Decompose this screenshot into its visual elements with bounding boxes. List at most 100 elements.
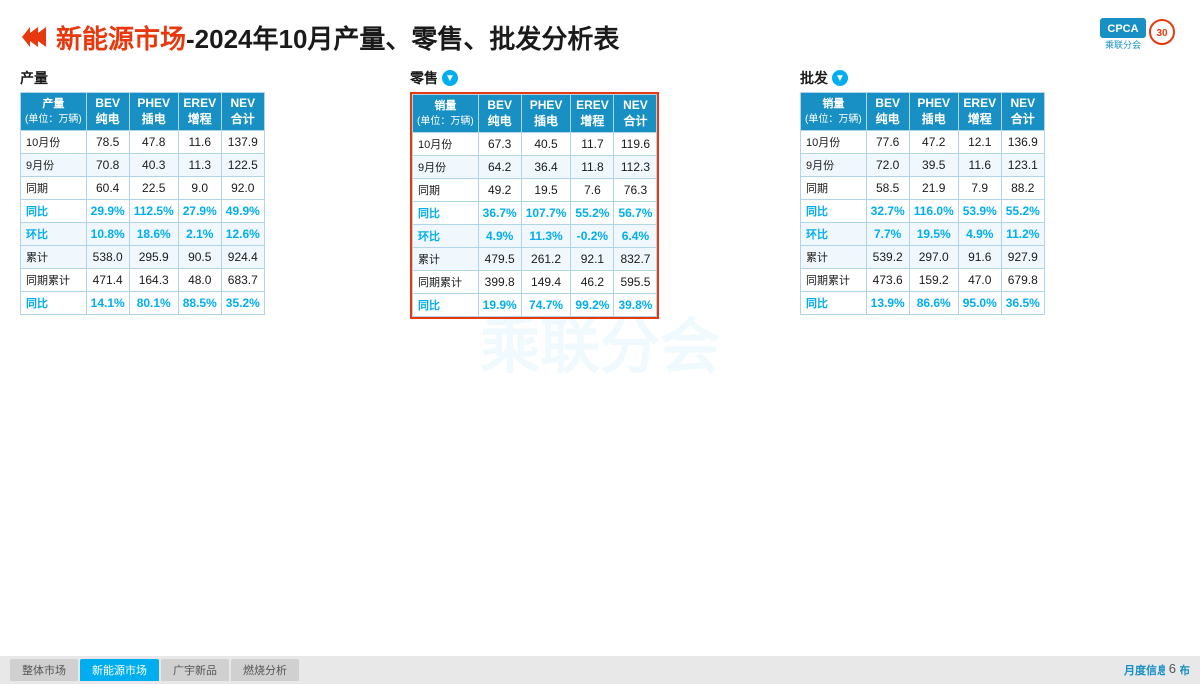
retail-col-4-header: NEV合计 <box>614 95 657 133</box>
wholesale-row6-col1: 473.6 <box>866 269 909 292</box>
retail-row6-col0: 同期累计 <box>413 271 479 294</box>
production-table: 产量(单位：万辆) BEV纯电 PHEV插电 EREV增程 NEV合计 10月份… <box>20 92 265 315</box>
wholesale-row2-col4: 88.2 <box>1001 177 1044 200</box>
wholesale-down-arrow-icon: ▼ <box>832 70 848 86</box>
production-row7-col0: 同比 <box>21 292 87 315</box>
wholesale-row0-col2: 47.2 <box>909 131 958 154</box>
wholesale-row0-col4: 136.9 <box>1001 131 1044 154</box>
retail-col-1-header: BEV纯电 <box>478 95 521 133</box>
retail-row2-col1: 49.2 <box>478 179 521 202</box>
production-row5-col4: 924.4 <box>221 246 264 269</box>
bottom-bar: 整体市场 新能源市场 广宇新品 燃烧分析 月度信息发布 6 <box>0 656 1200 684</box>
page-number: 6 <box>1165 661 1180 676</box>
retail-row0-col1: 67.3 <box>478 133 521 156</box>
production-row5-col3: 90.5 <box>178 246 221 269</box>
production-row5-col2: 295.9 <box>129 246 178 269</box>
wholesale-row1-col3: 11.6 <box>958 154 1001 177</box>
wholesale-col-3-header: EREV增程 <box>958 93 1001 131</box>
retail-row1-col1: 64.2 <box>478 156 521 179</box>
retail-section: 零售 ▼ 销量(单位：万辆) BEV纯电 PHEV插电 EREV增程 NEV合计 <box>410 68 790 324</box>
retail-row7-col4: 39.8% <box>614 294 657 317</box>
retail-row2-col4: 76.3 <box>614 179 657 202</box>
wholesale-label: 批发 <box>800 68 828 88</box>
wholesale-row3-col0: 同比 <box>801 200 867 223</box>
prod-col-4-header: NEV合计 <box>221 93 264 131</box>
retail-row3-col2: 107.7% <box>521 202 571 225</box>
retail-row4-col0: 环比 <box>413 225 479 248</box>
cpca-logo-icon: CPCA 乘联分会 30 <box>1100 18 1180 56</box>
retail-row5-col3: 92.1 <box>571 248 614 271</box>
title-area: 新能源市场-2024年10月产量、零售、批发分析表 <box>20 19 619 56</box>
production-row1-col4: 122.5 <box>221 154 264 177</box>
retail-row2-col2: 19.5 <box>521 179 571 202</box>
header: 新能源市场-2024年10月产量、零售、批发分析表 CPCA 乘联分会 30 <box>20 18 1180 56</box>
production-row4-col0: 环比 <box>21 223 87 246</box>
production-row6-col2: 164.3 <box>129 269 178 292</box>
bottom-right-text: 月度信息发布 <box>1124 662 1190 678</box>
retail-row0-col2: 40.5 <box>521 133 571 156</box>
retail-row7-col3: 99.2% <box>571 294 614 317</box>
wholesale-row7-col0: 同比 <box>801 292 867 315</box>
production-row2-col2: 22.5 <box>129 177 178 200</box>
production-row6-col3: 48.0 <box>178 269 221 292</box>
production-row1-col0: 9月份 <box>21 154 87 177</box>
wholesale-col-1-header: BEV纯电 <box>866 93 909 131</box>
retail-row3-col1: 36.7% <box>478 202 521 225</box>
retail-row1-col0: 9月份 <box>413 156 479 179</box>
tab-fuel-analysis[interactable]: 燃烧分析 <box>231 659 299 681</box>
production-row7-col3: 88.5% <box>178 292 221 315</box>
retail-row6-col4: 595.5 <box>614 271 657 294</box>
wholesale-row6-col3: 47.0 <box>958 269 1001 292</box>
wholesale-row7-col1: 13.9% <box>866 292 909 315</box>
wholesale-section: 批发 ▼ 销量(单位：万辆) BEV纯电 PHEV插电 EREV增程 NEV合计… <box>800 68 1180 315</box>
title-arrows-icon <box>20 23 48 51</box>
prod-col-0-header: 产量(单位：万辆) <box>21 93 87 131</box>
production-row5-col1: 538.0 <box>86 246 129 269</box>
retail-row3-col4: 56.7% <box>614 202 657 225</box>
wholesale-row0-col1: 77.6 <box>866 131 909 154</box>
production-row1-col2: 40.3 <box>129 154 178 177</box>
wholesale-row6-col4: 679.8 <box>1001 269 1044 292</box>
tab-new-products[interactable]: 广宇新品 <box>161 659 229 681</box>
production-row7-col1: 14.1% <box>86 292 129 315</box>
production-row4-col1: 10.8% <box>86 223 129 246</box>
retail-col-0-header: 销量(单位：万辆) <box>413 95 479 133</box>
retail-col-2-header: PHEV插电 <box>521 95 571 133</box>
production-label: 产量 <box>20 68 400 88</box>
svg-text:乘联分会: 乘联分会 <box>1105 39 1141 50</box>
wholesale-table: 销量(单位：万辆) BEV纯电 PHEV插电 EREV增程 NEV合计 10月份… <box>800 92 1045 315</box>
wholesale-col-0-header: 销量(单位：万辆) <box>801 93 867 131</box>
retail-row3-col3: 55.2% <box>571 202 614 225</box>
tab-nev-market[interactable]: 新能源市场 <box>80 659 159 681</box>
retail-row6-col3: 46.2 <box>571 271 614 294</box>
wholesale-row1-col4: 123.1 <box>1001 154 1044 177</box>
production-row0-col3: 11.6 <box>178 131 221 154</box>
wholesale-row2-col2: 21.9 <box>909 177 958 200</box>
wholesale-row6-col0: 同期累计 <box>801 269 867 292</box>
wholesale-label-area: 批发 ▼ <box>800 68 1180 88</box>
wholesale-row7-col4: 36.5% <box>1001 292 1044 315</box>
retail-row1-col2: 36.4 <box>521 156 571 179</box>
wholesale-row3-col2: 116.0% <box>909 200 958 223</box>
logo-area: CPCA 乘联分会 30 <box>1100 18 1180 56</box>
bottom-tabs[interactable]: 整体市场 新能源市场 广宇新品 燃烧分析 <box>10 659 299 681</box>
wholesale-row5-col1: 539.2 <box>866 246 909 269</box>
production-row3-col4: 49.9% <box>221 200 264 223</box>
retail-row7-col0: 同比 <box>413 294 479 317</box>
tab-overall-market[interactable]: 整体市场 <box>10 659 78 681</box>
retail-row5-col1: 479.5 <box>478 248 521 271</box>
production-row4-col3: 2.1% <box>178 223 221 246</box>
production-row0-col4: 137.9 <box>221 131 264 154</box>
retail-row2-col3: 7.6 <box>571 179 614 202</box>
retail-row7-col1: 19.9% <box>478 294 521 317</box>
wholesale-row4-col1: 7.7% <box>866 223 909 246</box>
retail-label-area: 零售 ▼ <box>410 68 790 88</box>
production-row6-col4: 683.7 <box>221 269 264 292</box>
retail-row0-col0: 10月份 <box>413 133 479 156</box>
production-row3-col3: 27.9% <box>178 200 221 223</box>
prod-col-2-header: PHEV插电 <box>129 93 178 131</box>
retail-row0-col3: 11.7 <box>571 133 614 156</box>
wholesale-row1-col2: 39.5 <box>909 154 958 177</box>
wholesale-row4-col4: 11.2% <box>1001 223 1044 246</box>
production-row2-col0: 同期 <box>21 177 87 200</box>
